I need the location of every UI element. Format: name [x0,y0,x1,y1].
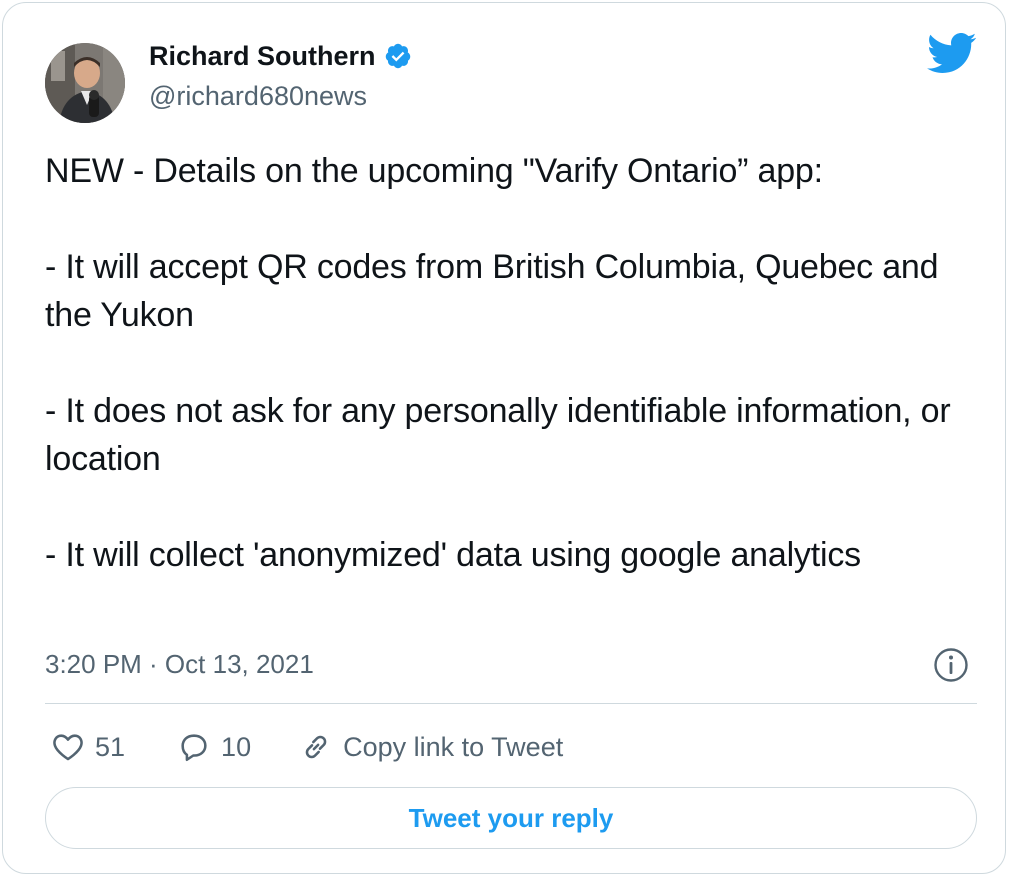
reply-count: 10 [221,731,252,762]
link-icon [305,735,327,759]
like-button[interactable]: 51 [51,730,125,764]
copy-link-button[interactable]: Copy link to Tweet [299,730,563,764]
avatar-photo [45,43,125,123]
copy-link-label: Copy link to Tweet [343,731,564,762]
twitter-bird-icon[interactable] [925,31,977,75]
author-avatar[interactable] [45,43,125,123]
author-handle[interactable]: @richard680news [149,79,367,113]
reply-button[interactable]: 10 [177,730,251,764]
divider [45,703,977,704]
like-count: 51 [95,731,126,762]
tweet-timestamp[interactable]: 3:20 PM · Oct 13, 2021 [45,647,314,681]
tweet-text: NEW - Details on the upcoming "Varify On… [45,152,951,574]
tweet-card: Richard Southern @richard680news NEW - D… [2,2,1006,874]
tweet-your-reply-button[interactable]: Tweet your reply [45,787,977,849]
speech-bubble-icon [181,734,207,762]
tweet-actions: 51 10 Copy link to Tweet [51,725,563,769]
info-icon[interactable] [933,647,969,683]
author-name[interactable]: Richard Southern [149,39,376,73]
author-name-row: Richard Southern [149,39,412,73]
verified-badge-icon [384,42,412,70]
heart-icon [53,734,83,761]
